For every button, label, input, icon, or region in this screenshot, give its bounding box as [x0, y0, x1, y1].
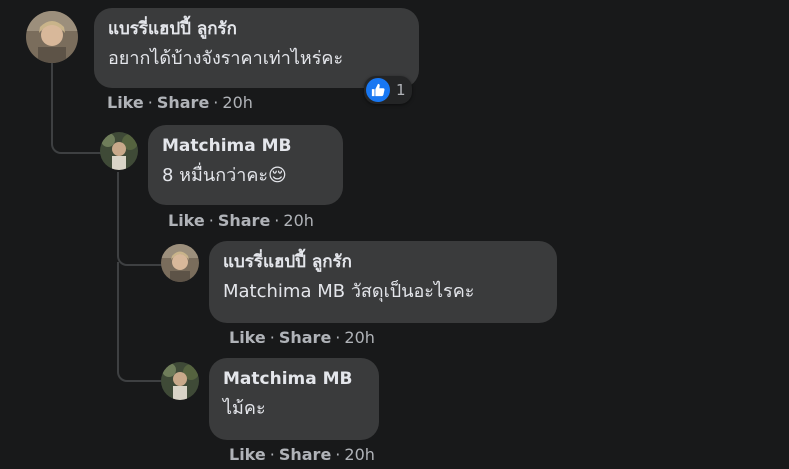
avatar[interactable] — [161, 362, 199, 400]
mention-link[interactable]: Matchima MB — [223, 281, 345, 302]
like-link[interactable]: Like — [107, 93, 144, 112]
comment-text: อยากได้บ้างจังราคาเท่าไหร่คะ — [108, 48, 344, 69]
comment-text: 8 หมื่นกว่าคะ😌 — [162, 165, 287, 186]
share-link[interactable]: Share — [279, 445, 331, 464]
separator: · — [274, 211, 280, 230]
share-link[interactable]: Share — [279, 328, 331, 347]
avatar[interactable] — [26, 11, 78, 63]
comment-actions: Like · Share · 20h — [168, 211, 314, 230]
like-link[interactable]: Like — [168, 211, 205, 230]
comment-body: วัสดุเป็นอะไรคะ — [350, 281, 475, 302]
comment-author[interactable]: แบรรี่แฮปปี้ ลูกรัก — [223, 251, 543, 273]
thread-line-root — [51, 62, 101, 154]
separator: · — [335, 328, 341, 347]
comment-actions: Like · Share · 20h — [107, 93, 253, 112]
like-link[interactable]: Like — [229, 445, 266, 464]
comment-text: Matchima MB วัสดุเป็นอะไรคะ — [223, 279, 543, 305]
separator: · — [269, 328, 275, 347]
comment-author[interactable]: Matchima MB — [162, 135, 329, 157]
comment-author[interactable]: Matchima MB — [223, 368, 365, 390]
comment-actions: Like · Share · 20h — [229, 445, 375, 464]
comment-actions: Like · Share · 20h — [229, 328, 375, 347]
reaction-count: 1 — [396, 81, 406, 99]
comment-bubble: Matchima MB ไม้คะ — [209, 358, 379, 440]
separator: · — [213, 93, 219, 112]
share-link[interactable]: Share — [218, 211, 270, 230]
share-link[interactable]: Share — [157, 93, 209, 112]
timestamp[interactable]: 20h — [344, 328, 375, 347]
avatar[interactable] — [100, 132, 138, 170]
timestamp[interactable]: 20h — [283, 211, 314, 230]
comment-text: ไม้คะ — [223, 398, 266, 419]
thread-line-reply-2 — [117, 262, 163, 382]
separator: · — [147, 93, 153, 112]
avatar[interactable] — [161, 244, 199, 282]
comment-author[interactable]: แบรรี่แฮปปี้ ลูกรัก — [108, 18, 405, 40]
separator: · — [335, 445, 341, 464]
timestamp[interactable]: 20h — [344, 445, 375, 464]
reaction-summary[interactable]: 1 — [364, 76, 412, 104]
comment-bubble: Matchima MB 8 หมื่นกว่าคะ😌 — [148, 125, 343, 205]
timestamp[interactable]: 20h — [222, 93, 253, 112]
comment-bubble: แบรรี่แฮปปี้ ลูกรัก Matchima MB วัสดุเป็… — [209, 241, 557, 323]
like-link[interactable]: Like — [229, 328, 266, 347]
like-reaction-icon — [366, 78, 390, 102]
separator: · — [208, 211, 214, 230]
separator: · — [269, 445, 275, 464]
